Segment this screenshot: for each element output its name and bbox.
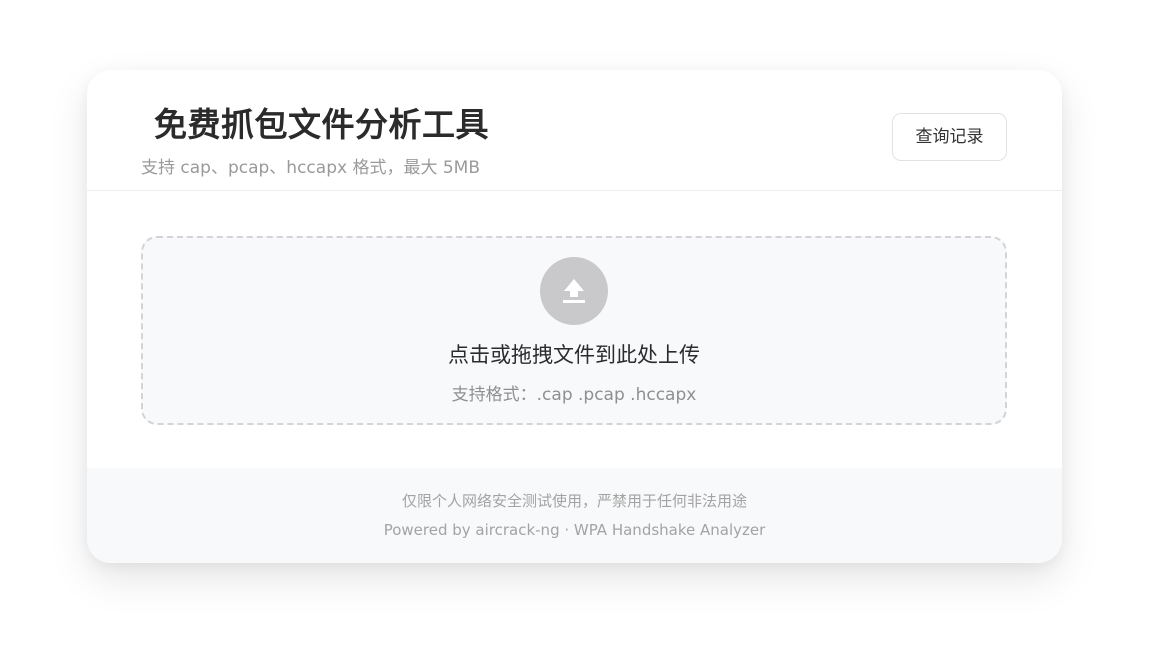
query-history-button[interactable]: 查询记录 — [892, 113, 1007, 161]
powered-by-text: Powered by aircrack-ng · WPA Handshake A… — [383, 521, 766, 539]
file-dropzone[interactable]: 点击或拖拽文件到此处上传 支持格式：.cap .pcap .hccapx — [141, 236, 1007, 425]
page-subtitle: 支持 cap、pcap、hccapx 格式，最大 5MB — [141, 158, 480, 178]
upload-card: 免费抓包文件分析工具 支持 cap、pcap、hccapx 格式，最大 5MB … — [87, 70, 1062, 563]
card-footer: 仅限个人网络安全测试使用，严禁用于任何非法用途 Powered by aircr… — [87, 468, 1062, 563]
card-header: 免费抓包文件分析工具 支持 cap、pcap、hccapx 格式，最大 5MB … — [87, 70, 1062, 191]
supported-formats: 支持格式：.cap .pcap .hccapx — [451, 385, 697, 405]
disclaimer-text: 仅限个人网络安全测试使用，严禁用于任何非法用途 — [401, 492, 747, 510]
upload-icon — [540, 257, 608, 325]
page-title: 免费抓包文件分析工具 — [154, 105, 489, 144]
upload-prompt: 点击或拖拽文件到此处上传 — [448, 343, 700, 367]
